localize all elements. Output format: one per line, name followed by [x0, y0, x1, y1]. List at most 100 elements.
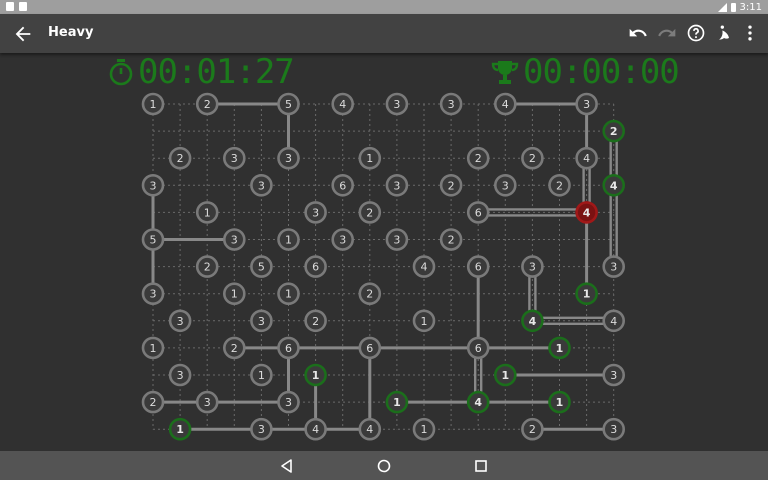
- island[interactable]: 3: [250, 309, 273, 333]
- island[interactable]: 3: [168, 363, 192, 387]
- island[interactable]: 1: [277, 282, 300, 306]
- island[interactable]: 6: [466, 201, 490, 224]
- island[interactable]: 4: [575, 146, 598, 170]
- island[interactable]: 3: [385, 228, 409, 251]
- island-number: 4: [583, 206, 591, 219]
- island-complete[interactable]: 1: [385, 390, 409, 414]
- island[interactable]: 4: [358, 417, 382, 441]
- island[interactable]: 1: [277, 228, 300, 251]
- island[interactable]: 2: [521, 417, 544, 441]
- island[interactable]: 2: [358, 201, 382, 224]
- island-number: 1: [501, 369, 509, 382]
- nav-home-icon[interactable]: [376, 458, 392, 474]
- island[interactable]: 6: [331, 174, 355, 197]
- island[interactable]: 2: [439, 174, 463, 197]
- island-complete[interactable]: 4: [466, 390, 490, 414]
- island[interactable]: 3: [521, 255, 544, 278]
- island-number: 2: [150, 396, 157, 409]
- island-number: 1: [204, 206, 211, 219]
- island-complete[interactable]: 1: [168, 417, 192, 441]
- island-number: 3: [231, 152, 238, 165]
- island-complete[interactable]: 4: [602, 174, 626, 197]
- island[interactable]: 3: [602, 417, 626, 441]
- island[interactable]: 2: [195, 92, 219, 116]
- island-number: 4: [502, 98, 509, 111]
- island[interactable]: 3: [304, 201, 327, 224]
- island[interactable]: 1: [223, 282, 246, 306]
- island[interactable]: 4: [493, 92, 517, 116]
- island-number: 4: [366, 423, 373, 436]
- island-number: 6: [475, 261, 482, 274]
- island[interactable]: 3: [223, 228, 246, 251]
- island[interactable]: 3: [439, 92, 463, 116]
- island[interactable]: 2: [223, 336, 246, 360]
- island-complete[interactable]: 1: [548, 336, 571, 360]
- island[interactable]: 2: [358, 282, 382, 306]
- island[interactable]: 1: [250, 363, 273, 387]
- island[interactable]: 3: [385, 174, 409, 197]
- island-number: 4: [529, 315, 537, 328]
- island[interactable]: 4: [331, 92, 355, 116]
- island-number: 1: [231, 288, 238, 301]
- island-number: 2: [231, 342, 238, 355]
- island[interactable]: 3: [168, 309, 192, 333]
- island-complete[interactable]: 1: [304, 363, 327, 387]
- island[interactable]: 2: [521, 146, 544, 170]
- island[interactable]: 4: [412, 255, 436, 278]
- island-number: 1: [285, 234, 292, 247]
- island-error[interactable]: 4: [575, 201, 598, 224]
- island[interactable]: 3: [250, 174, 273, 197]
- island[interactable]: 2: [141, 390, 165, 414]
- island[interactable]: 3: [493, 174, 517, 197]
- island[interactable]: 1: [412, 309, 436, 333]
- game-board[interactable]: 1 2 5 4 3 3 4 3 2 2 3 3 1 2 2 4 3 3 6 3 2 3 2 4 1 3 2 6 4 5 3 1 3 3 2 2 5 6 4 6…: [0, 0, 768, 480]
- island[interactable]: 3: [331, 228, 355, 251]
- nav-recents-icon[interactable]: [473, 458, 489, 474]
- island-complete[interactable]: 4: [521, 309, 544, 333]
- island[interactable]: 5: [141, 228, 165, 251]
- island[interactable]: 3: [575, 92, 598, 116]
- island[interactable]: 2: [466, 146, 490, 170]
- island-number: 3: [150, 179, 157, 192]
- island-complete[interactable]: 1: [548, 390, 571, 414]
- island[interactable]: 1: [195, 201, 219, 224]
- island[interactable]: 1: [412, 417, 436, 441]
- island[interactable]: 6: [466, 255, 490, 278]
- island[interactable]: 1: [141, 336, 165, 360]
- island[interactable]: 1: [358, 146, 382, 170]
- island[interactable]: 3: [277, 146, 300, 170]
- island[interactable]: 5: [277, 92, 300, 116]
- island[interactable]: 3: [277, 390, 300, 414]
- island-number: 3: [339, 234, 346, 247]
- island-number: 1: [285, 288, 292, 301]
- island[interactable]: 6: [358, 336, 382, 360]
- island[interactable]: 3: [602, 255, 626, 278]
- island-number: 4: [312, 423, 319, 436]
- island-number: 2: [475, 152, 482, 165]
- island[interactable]: 5: [250, 255, 273, 278]
- island-complete[interactable]: 1: [575, 282, 598, 306]
- island[interactable]: 2: [304, 309, 327, 333]
- island[interactable]: 6: [304, 255, 327, 278]
- island-number: 4: [339, 98, 346, 111]
- island[interactable]: 4: [602, 309, 626, 333]
- island[interactable]: 6: [466, 336, 490, 360]
- island[interactable]: 3: [141, 282, 165, 306]
- island[interactable]: 1: [141, 92, 165, 116]
- island[interactable]: 3: [385, 92, 409, 116]
- island[interactable]: 2: [195, 255, 219, 278]
- island[interactable]: 2: [548, 174, 571, 197]
- island[interactable]: 2: [439, 228, 463, 251]
- island[interactable]: 3: [223, 146, 246, 170]
- island[interactable]: 3: [141, 174, 165, 197]
- island[interactable]: 3: [250, 417, 273, 441]
- island-number: 3: [150, 288, 157, 301]
- island[interactable]: 2: [168, 146, 192, 170]
- nav-back-icon[interactable]: [279, 458, 295, 474]
- island-complete[interactable]: 1: [493, 363, 517, 387]
- island[interactable]: 3: [602, 363, 626, 387]
- island-complete[interactable]: 2: [602, 119, 626, 143]
- island[interactable]: 4: [304, 417, 327, 441]
- island[interactable]: 6: [277, 336, 300, 360]
- island[interactable]: 3: [195, 390, 219, 414]
